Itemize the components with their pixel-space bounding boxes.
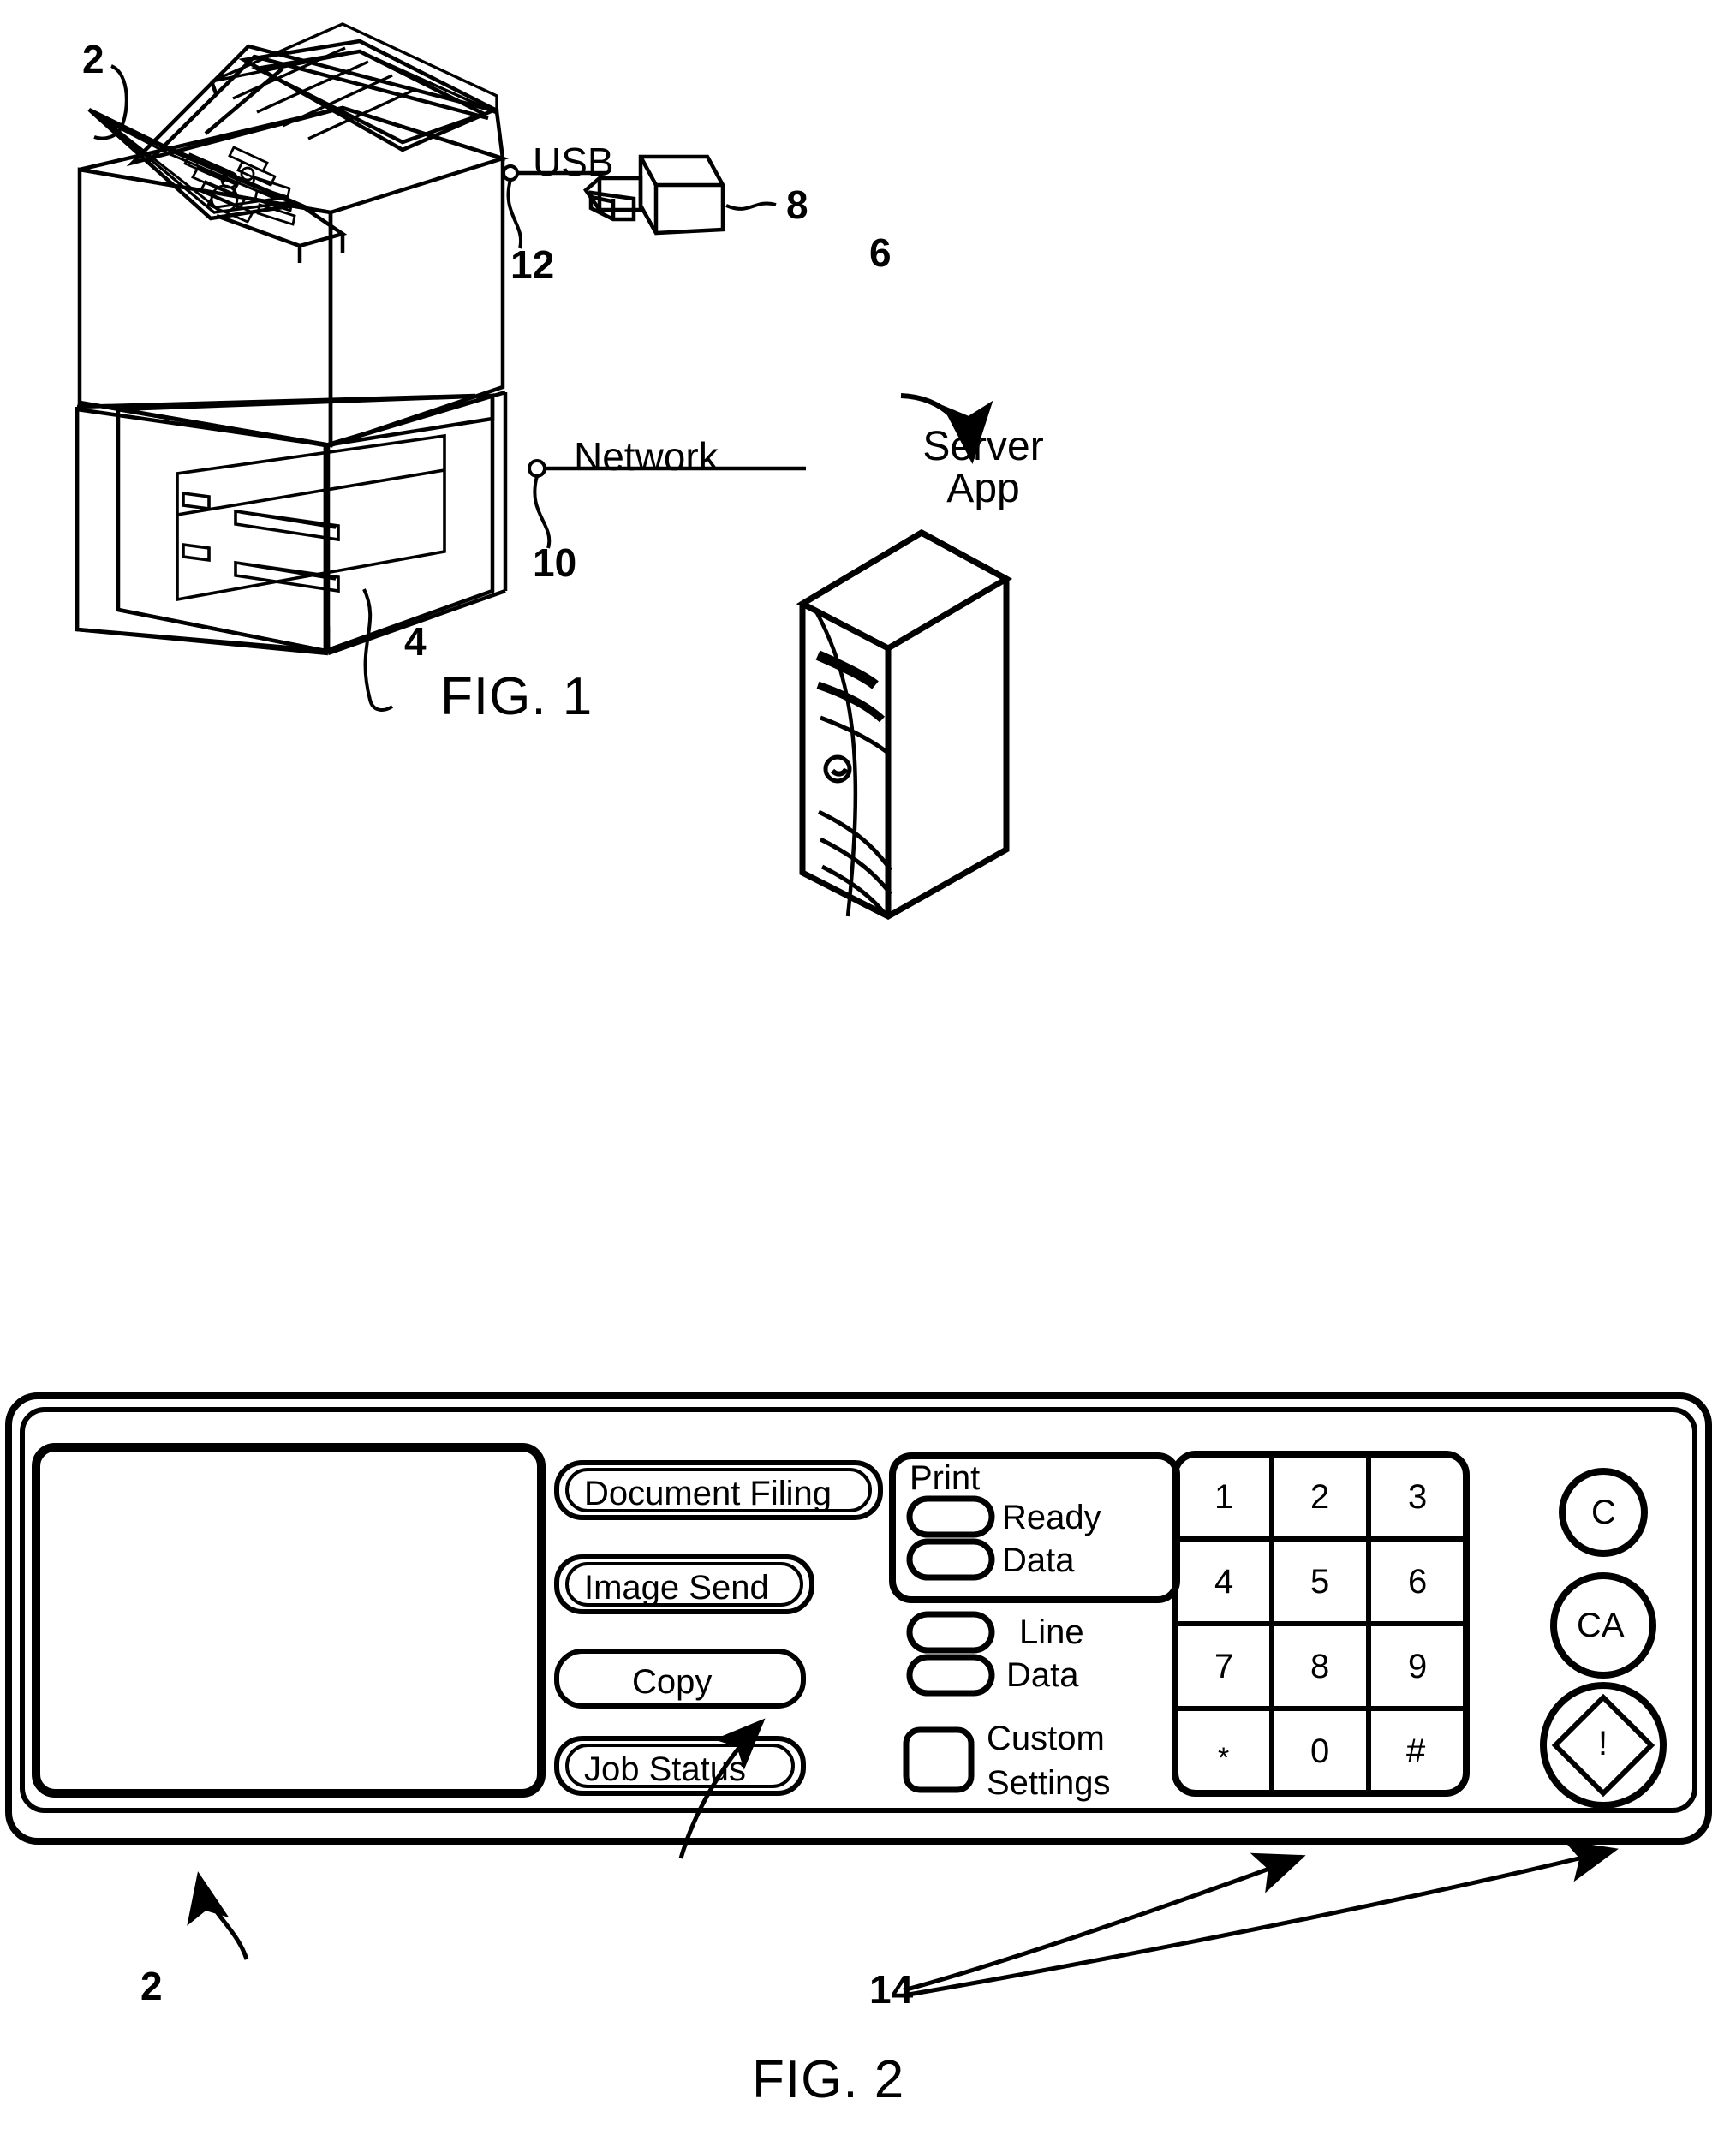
keypad-key-9[interactable]: 9 (1408, 1649, 1427, 1684)
mode-button-copy[interactable]: Copy (632, 1665, 712, 1699)
server-label-line2: App (946, 466, 1020, 511)
mode-button-image-send[interactable]: Image Send (584, 1571, 769, 1605)
figure-artwork (5, 22, 1712, 1998)
clear-all-button-label[interactable]: CA (1577, 1608, 1625, 1643)
keypad-key-hash[interactable]: # (1406, 1734, 1425, 1768)
mfp-paper-trays (176, 433, 446, 602)
ref-numeral-cabinet: 4 (404, 619, 427, 664)
custom-settings-label-line2: Settings (987, 1764, 1111, 1802)
server-label-line1: Server (922, 424, 1044, 469)
keypad-key-asterisk[interactable]: * (1218, 1744, 1229, 1773)
lead-line-4 (362, 588, 394, 712)
clear-button-label[interactable]: C (1591, 1495, 1616, 1530)
server-tower (796, 528, 1013, 920)
ref-numeral-hard-keys: 14 (869, 1967, 914, 2012)
keypad-key-8[interactable]: 8 (1310, 1649, 1329, 1684)
ref-numeral-server: 6 (869, 230, 892, 275)
keypad-key-4[interactable]: 4 (1214, 1565, 1233, 1599)
keypad-key-7[interactable]: 7 (1214, 1649, 1233, 1684)
lead-line-8 (725, 201, 777, 211)
ref-numeral-panel-fig2: 2 (140, 1964, 163, 2008)
mode-button-document-filing[interactable]: Document Filing (584, 1476, 832, 1511)
keypad-key-2[interactable]: 2 (1310, 1480, 1329, 1514)
lead-line-12 (506, 179, 523, 249)
ref-numeral-mfp-fig1: 2 (82, 37, 104, 81)
custom-settings-label-line1: Custom (987, 1720, 1105, 1757)
keypad-key-0[interactable]: 0 (1310, 1734, 1329, 1768)
mfp-cover-fold (209, 81, 219, 97)
figure-2-caption: FIG. 2 (752, 2050, 905, 2109)
lead-lines-14 (678, 1718, 1619, 1998)
figure-1-caption: FIG. 1 (440, 667, 594, 726)
line-data-indicators (906, 1611, 995, 1697)
keypad-key-1[interactable]: 1 (1214, 1480, 1233, 1514)
start-button-label[interactable]: ! (1598, 1726, 1608, 1761)
mode-button-job-status[interactable]: Job Status (584, 1752, 746, 1786)
ref-numeral-network-port: 10 (533, 540, 577, 585)
indicator-label-line: Line (1019, 1613, 1084, 1651)
keypad-key-3[interactable]: 3 (1408, 1480, 1427, 1514)
patent-figure-sheet: 2 4 6 8 10 12 USB Network Server App FIG… (0, 0, 1736, 2129)
lead-arrow-2-fig2 (187, 1871, 249, 1960)
ref-numeral-usb-device: 8 (786, 182, 808, 227)
usb-link-label: USB (533, 140, 614, 184)
indicator-label-ready: Ready (1002, 1499, 1101, 1536)
ref-numeral-usb-port: 12 (510, 242, 555, 287)
panel-display-frame (32, 1443, 546, 1798)
lead-line-10 (533, 475, 552, 549)
indicator-label-line-data: Data (1006, 1656, 1079, 1694)
keypad-key-6[interactable]: 6 (1408, 1565, 1427, 1599)
custom-settings-key (903, 1726, 975, 1793)
indicator-label-print-data: Data (1002, 1542, 1075, 1579)
network-link-label: Network (574, 434, 719, 479)
print-group-title: Print (910, 1459, 981, 1497)
keypad-key-5[interactable]: 5 (1310, 1565, 1329, 1599)
